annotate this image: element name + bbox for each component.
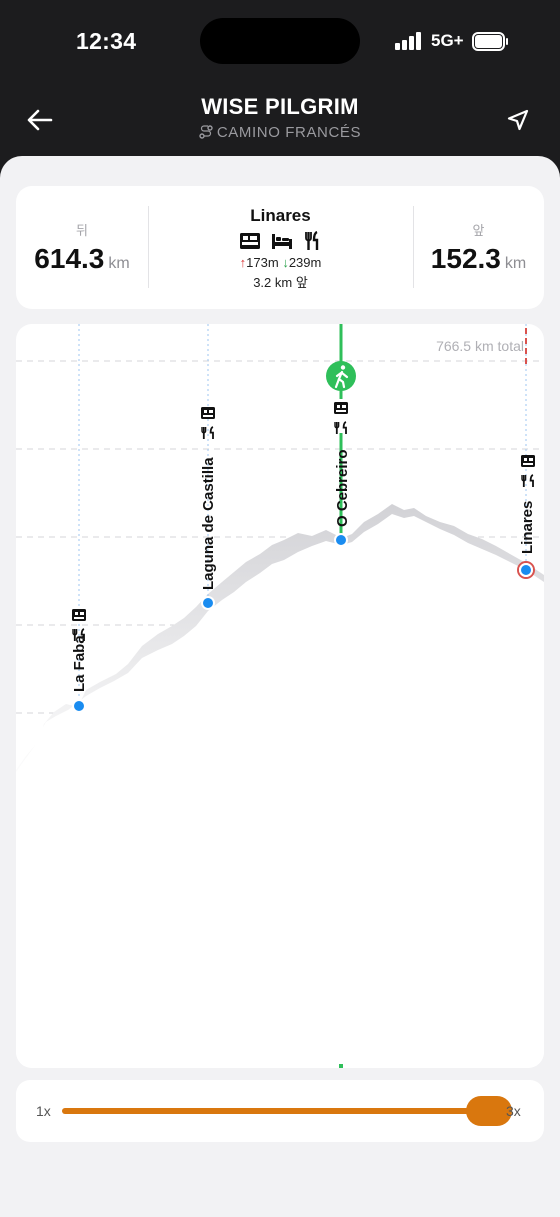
amenity-icons — [148, 230, 413, 252]
content-sheet: 뒤 614.3 km Linares ↑173m ↓239m 3.2 km 앞 앞… — [0, 156, 560, 1217]
hostel-icon — [334, 402, 348, 414]
behind-value: 614.3 — [34, 243, 105, 274]
waypoint-label: Laguna de Castilla — [200, 457, 217, 590]
route-name: CAMINO FRANCÉS — [216, 124, 362, 141]
status-time: 12:34 — [76, 28, 137, 54]
ahead-distance: 앞 152.3 km — [413, 186, 544, 309]
behind-distance: 뒤 614.3 km — [16, 186, 148, 309]
zoom-min-label: 1x — [36, 1103, 51, 1119]
behind-unit: km — [108, 255, 130, 272]
app-title: WISE PILGRIM — [201, 94, 359, 119]
behind-label: 뒤 — [76, 223, 88, 238]
network-type: 5G+ — [431, 31, 464, 50]
zoom-slider-fill — [62, 1108, 489, 1114]
signal-icon — [395, 32, 425, 50]
hostel-icon — [72, 609, 86, 621]
route-icon — [199, 125, 213, 139]
terrain-ground — [16, 514, 544, 1068]
waypoint-dot — [519, 563, 533, 577]
hostel-icon — [201, 407, 215, 419]
waypoint-o-cebreiro[interactable]: O Cebreiro — [333, 399, 351, 547]
waypoint-laguna-de-castilla[interactable]: Laguna de Castilla — [200, 407, 217, 610]
restaurant-icon — [521, 474, 534, 487]
battery-icon — [472, 32, 508, 51]
ascent-value: 173m — [246, 255, 279, 270]
ahead-unit: km — [504, 255, 527, 272]
destination-distance: 3.2 km 앞 — [253, 275, 308, 290]
bed-icon — [271, 234, 292, 249]
elevation-change: ↑173m ↓239m — [239, 255, 322, 270]
restaurant-icon — [304, 231, 318, 250]
zoom-control: 1x 3x — [16, 1080, 544, 1142]
waypoint-dot — [72, 699, 86, 713]
dynamic-island — [200, 18, 360, 64]
elevation-profile[interactable]: 766.5 km total La Faba Laguna de Castill… — [16, 324, 544, 1068]
total-distance-label: 766.5 km total — [436, 338, 524, 354]
status-bar: 12:34 5G+ — [0, 0, 560, 84]
waypoint-linares[interactable]: Linares — [517, 455, 536, 579]
waypoint-dot — [201, 596, 215, 610]
ahead-value: 152.3 — [430, 243, 501, 274]
waypoint-label: O Cebreiro — [334, 449, 351, 527]
waypoint-dot — [334, 533, 348, 547]
current-position-marker[interactable] — [326, 361, 356, 391]
elevation-chart[interactable]: 766.5 km total La Faba Laguna de Castill… — [16, 324, 544, 1068]
route-subtitle: CAMINO FRANCÉS — [0, 124, 560, 141]
location-arrow-icon — [507, 109, 529, 131]
hostel-icon — [239, 233, 260, 249]
waypoint-label: Linares — [519, 501, 536, 554]
destination-name: Linares — [250, 206, 311, 225]
ahead-label: 앞 — [472, 223, 485, 238]
nav-header: WISE PILGRIM CAMINO FRANCÉS — [0, 84, 560, 156]
destination-info[interactable]: Linares ↑173m ↓239m 3.2 km 앞 — [148, 186, 413, 309]
current-position-tick — [339, 1064, 343, 1068]
zoom-slider-track[interactable] — [62, 1108, 494, 1114]
summary-card: 뒤 614.3 km Linares ↑173m ↓239m 3.2 km 앞 앞… — [16, 186, 544, 309]
waypoint-label: La Faba — [71, 635, 88, 692]
hostel-icon — [521, 455, 535, 467]
zoom-max-label: 3x — [506, 1103, 521, 1119]
locate-button[interactable] — [500, 102, 536, 138]
descent-value: 239m — [288, 255, 322, 270]
restaurant-icon — [201, 426, 214, 439]
